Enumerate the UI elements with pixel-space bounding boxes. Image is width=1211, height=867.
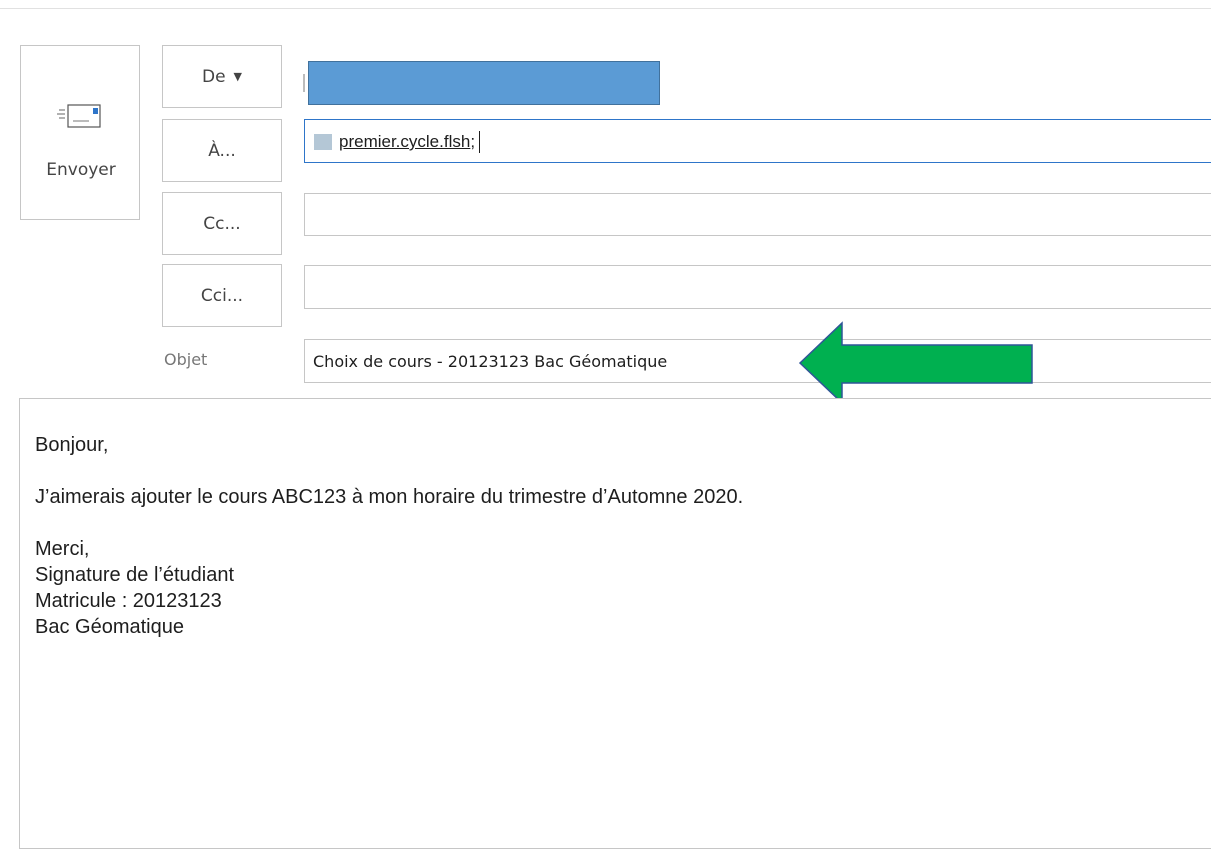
contact-icon [314, 134, 332, 150]
from-button[interactable]: De ▼ [162, 45, 282, 108]
cc-button[interactable]: Cc... [162, 192, 282, 255]
signature-line: Signature de l’étudiant [35, 564, 235, 586]
subject-field[interactable]: Choix de cours - 20123123 Bac Géomatique [304, 339, 1211, 383]
program-line: Bac Géomatique [35, 616, 184, 638]
from-account-redacted[interactable] [308, 61, 660, 105]
send-label: Envoyer [46, 160, 116, 180]
text-cursor [479, 131, 481, 153]
chevron-down-icon: ▼ [233, 70, 243, 83]
closing-line: Merci, [35, 538, 90, 560]
from-field-edge [303, 74, 305, 92]
bcc-field[interactable] [304, 265, 1211, 309]
recipient-separator: ; [470, 132, 476, 151]
recipient-name[interactable]: premier.cycle.flsh [339, 132, 470, 152]
message-body[interactable]: Bonjour, J’aimerais ajouter le cours ABC… [19, 398, 1211, 849]
message-text: Bonjour, J’aimerais ajouter le cours ABC… [35, 432, 743, 640]
to-field[interactable]: premier.cycle.flsh ; [304, 119, 1211, 163]
envelope-send-icon [57, 104, 101, 128]
greeting-line: Bonjour, [35, 434, 109, 456]
bcc-label: Cci... [200, 285, 244, 306]
to-button[interactable]: À... [162, 119, 282, 182]
body-line: J’aimerais ajouter le cours ABC123 à mon… [35, 486, 744, 508]
from-label: De [201, 66, 226, 87]
top-divider [0, 8, 1211, 9]
cc-field[interactable] [304, 193, 1211, 236]
recipient-entry[interactable]: premier.cycle.flsh ; [314, 131, 481, 153]
matricule-line: Matricule : 20123123 [35, 590, 222, 612]
bcc-button[interactable]: Cci... [162, 264, 282, 327]
subject-value[interactable]: Choix de cours - 20123123 Bac Géomatique [313, 352, 667, 371]
arrow-left-icon [798, 321, 1033, 405]
to-label: À... [208, 140, 236, 161]
cc-label: Cc... [203, 213, 241, 234]
send-button[interactable]: Envoyer [20, 45, 140, 220]
subject-label: Objet [164, 350, 208, 369]
